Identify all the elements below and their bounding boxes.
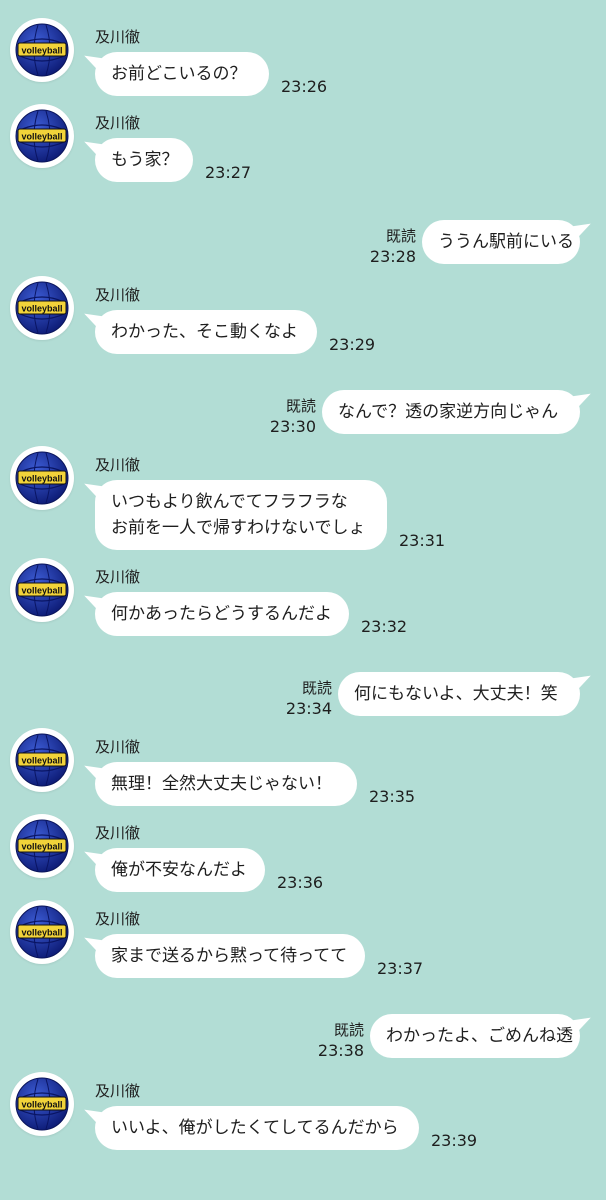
sender-name: 及川徹 xyxy=(95,114,141,132)
read-label: 既読 xyxy=(333,1021,364,1039)
avatar[interactable]: volleyball xyxy=(10,1072,74,1136)
sender-name: 及川徹 xyxy=(95,910,141,928)
sender-name: 及川徹 xyxy=(95,738,141,756)
read-label: 既読 xyxy=(285,397,316,415)
sender-name: 及川徹 xyxy=(95,28,141,46)
message-timestamp: 23:34 xyxy=(285,699,332,718)
message-text: 無理！全然大丈夫じゃない！ xyxy=(111,774,332,794)
avatar[interactable]: volleyball xyxy=(10,104,74,168)
avatar[interactable]: volleyball xyxy=(10,18,74,82)
avatar[interactable]: volleyball xyxy=(10,558,74,622)
sender-name: 及川徹 xyxy=(95,568,141,586)
message-timestamp: 23:28 xyxy=(369,247,416,266)
message-text: いいよ、俺がしたくてしてるんだから xyxy=(111,1118,399,1138)
message-timestamp: 23:35 xyxy=(369,787,416,806)
message-text: お前を一人で帰すわけないでしょ xyxy=(111,518,366,538)
message-text: いつもより飲んでてフラフラな xyxy=(111,492,348,512)
avatar-ball-label: volleyball xyxy=(21,842,62,852)
message-text: 家まで送るから黙って待ってて xyxy=(111,946,348,966)
avatar-ball-label: volleyball xyxy=(21,132,62,142)
avatar[interactable]: volleyball xyxy=(10,276,74,340)
message-text: わかった、そこ動くなよ xyxy=(111,322,298,342)
avatar-ball-label: volleyball xyxy=(21,46,62,56)
message-timestamp: 23:32 xyxy=(361,617,408,636)
message-text: 何にもないよ、大丈夫！笑 xyxy=(354,684,558,704)
message-timestamp: 23:26 xyxy=(281,77,328,96)
message-text: なんで？透の家逆方向じゃん xyxy=(338,402,559,422)
avatar-ball-label: volleyball xyxy=(21,756,62,766)
message-bubble[interactable]: 家まで送るから黙って待ってて xyxy=(95,934,365,978)
message-timestamp: 23:27 xyxy=(205,163,252,182)
message-bubble[interactable]: 無理！全然大丈夫じゃない！ xyxy=(95,762,357,806)
read-receipt: 既読 23:30 xyxy=(270,397,316,436)
avatar[interactable]: volleyball xyxy=(10,728,74,792)
message-timestamp: 23:29 xyxy=(329,335,376,354)
read-label: 既読 xyxy=(385,227,416,245)
message-bubble[interactable]: もう家？ xyxy=(95,138,193,182)
read-receipt: 既読 23:28 xyxy=(370,227,416,266)
avatar-ball-label: volleyball xyxy=(21,1100,62,1110)
sender-name: 及川徹 xyxy=(95,1082,141,1100)
avatar-ball-label: volleyball xyxy=(21,474,62,484)
message-bubble[interactable]: わかった、そこ動くなよ xyxy=(95,310,317,354)
message-text: お前どこいるの？ xyxy=(111,64,247,84)
message-bubble[interactable]: なんで？透の家逆方向じゃん xyxy=(322,390,580,434)
message-timestamp: 23:37 xyxy=(377,959,424,978)
read-receipt: 既読 23:34 xyxy=(286,679,332,718)
avatar-ball-label: volleyball xyxy=(21,304,62,314)
message-bubble[interactable]: 何にもないよ、大丈夫！笑 xyxy=(338,672,580,716)
message-timestamp: 23:31 xyxy=(399,531,446,550)
message-bubble[interactable]: いいよ、俺がしたくてしてるんだから xyxy=(95,1106,419,1150)
message-text: 俺が不安なんだよ xyxy=(111,860,247,880)
message-bubble[interactable]: 何かあったらどうするんだよ xyxy=(95,592,349,636)
sender-name: 及川徹 xyxy=(95,286,141,304)
sender-name: 及川徹 xyxy=(95,824,141,842)
avatar[interactable]: volleyball xyxy=(10,814,74,878)
message-timestamp: 23:38 xyxy=(317,1041,364,1060)
chat-screen: { "colors": { "background": "#b2ddd5", "… xyxy=(0,0,606,1200)
message-bubble[interactable]: 俺が不安なんだよ xyxy=(95,848,265,892)
avatar-ball-label: volleyball xyxy=(21,928,62,938)
read-receipt: 既読 23:38 xyxy=(318,1021,364,1060)
message-timestamp: 23:36 xyxy=(277,873,324,892)
message-bubble[interactable]: いつもより飲んでてフラフラな お前を一人で帰すわけないでしょ xyxy=(95,480,387,550)
message-timestamp: 23:39 xyxy=(431,1131,478,1150)
message-bubble[interactable]: わかったよ、ごめんね透 xyxy=(370,1014,580,1058)
avatar[interactable]: volleyball xyxy=(10,446,74,510)
message-bubble[interactable]: お前どこいるの？ xyxy=(95,52,269,96)
avatar-ball-label: volleyball xyxy=(21,586,62,596)
message-bubble[interactable]: ううん駅前にいる xyxy=(422,220,580,264)
message-text: わかったよ、ごめんね透 xyxy=(386,1026,573,1046)
message-text: もう家？ xyxy=(111,150,179,170)
message-text: ううん駅前にいる xyxy=(438,232,574,252)
read-label: 既読 xyxy=(301,679,332,697)
message-text: 何かあったらどうするんだよ xyxy=(111,604,332,624)
message-timestamp: 23:30 xyxy=(269,417,316,436)
sender-name: 及川徹 xyxy=(95,456,141,474)
avatar[interactable]: volleyball xyxy=(10,900,74,964)
